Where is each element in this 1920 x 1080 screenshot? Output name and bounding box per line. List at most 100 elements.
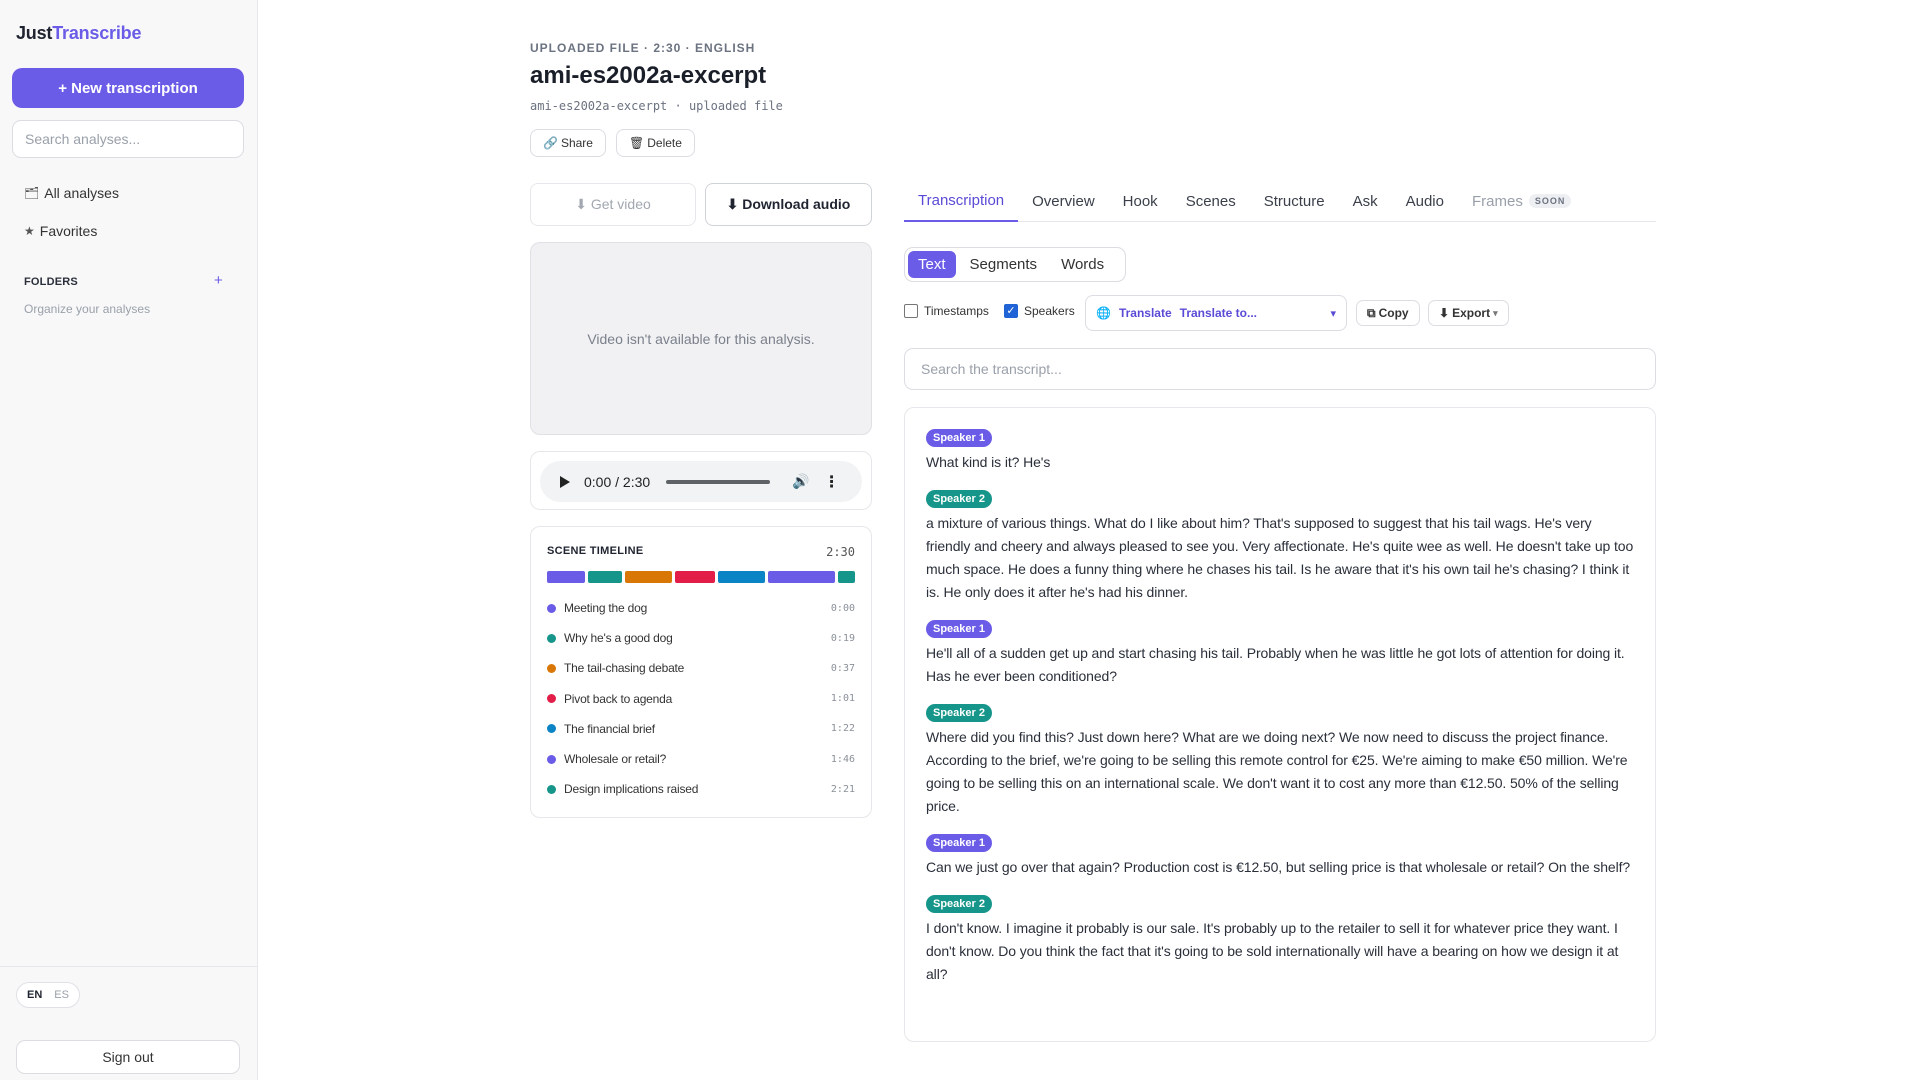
sidebar-item-favorites[interactable]: ★ Favorites — [24, 223, 97, 239]
transcript-utterance: Speaker 1 Can we just go over that again?… — [926, 833, 1635, 879]
more-options-icon[interactable]: ⋮ — [824, 472, 840, 492]
play-icon[interactable] — [560, 475, 570, 488]
scene-segment[interactable] — [767, 571, 835, 583]
scene-dot — [547, 663, 556, 673]
delete-button[interactable]: 🗑 Delete — [616, 129, 695, 157]
speakers-toggle[interactable]: ✓ Speakers — [1004, 304, 1075, 318]
timestamps-checkbox[interactable] — [904, 304, 918, 318]
brand-part-2: Transcribe — [52, 23, 142, 43]
scene-label: Pivot back to agenda — [564, 691, 673, 706]
copy-label: Copy — [1378, 306, 1409, 320]
add-folder-button[interactable]: + — [214, 272, 223, 289]
view-mode-words[interactable]: Words — [1051, 251, 1114, 278]
analysis-tabs: Transcription Overview Hook Scenes Structure… — [904, 180, 1656, 222]
utterance-text: What kind is it? He's — [926, 454, 1051, 470]
speaker-badge[interactable]: Speaker 1 — [926, 834, 992, 852]
tab-label: Overview — [1032, 192, 1095, 210]
scene-dot — [547, 784, 556, 794]
tab-hook[interactable]: Hook — [1109, 180, 1172, 222]
sidebar: JustTranscribe + New transcription 🗂 All… — [0, 0, 258, 1080]
tab-overview[interactable]: Overview — [1018, 180, 1109, 222]
scene-item[interactable]: Design implications raised 2:21 — [547, 774, 855, 804]
sidebar-item-all-analyses[interactable]: 🗂 All analyses — [24, 185, 119, 201]
scene-item[interactable]: Why he's a good dog 0:19 — [547, 623, 855, 653]
download-audio-button[interactable]: ⬇ Download audio — [705, 183, 872, 226]
scene-segment[interactable] — [837, 571, 855, 583]
scene-item[interactable]: Wholesale or retail? 1:46 — [547, 744, 855, 774]
speakers-checkbox[interactable]: ✓ — [1004, 304, 1018, 318]
scene-item[interactable]: Pivot back to agenda 1:01 — [547, 684, 855, 714]
lang-es-option[interactable]: ES — [48, 986, 75, 1004]
speaker-badge[interactable]: Speaker 1 — [926, 620, 992, 638]
scene-segment[interactable] — [625, 571, 672, 583]
transcript-utterance: Speaker 1 What kind is it? He's — [926, 428, 1635, 474]
speaker-badge[interactable]: Speaker 1 — [926, 429, 992, 447]
scene-segment[interactable] — [674, 571, 716, 583]
scene-label: Design implications raised — [564, 782, 699, 797]
speaker-badge[interactable]: Speaker 2 — [926, 490, 992, 508]
download-icon: ⬇ — [1439, 306, 1450, 320]
video-unavailable-text: Video isn't available for this analysis. — [587, 330, 815, 347]
audio-progress-bar[interactable] — [666, 479, 771, 484]
scene-item[interactable]: Meeting the dog 0:00 — [547, 593, 855, 623]
scene-segment[interactable] — [547, 571, 585, 583]
utterance-text: He'll all of a sudden get up and start c… — [926, 645, 1625, 684]
tab-scenes[interactable]: Scenes — [1172, 180, 1250, 222]
scene-item[interactable]: The financial brief 1:22 — [547, 714, 855, 744]
scene-time: 1:22 — [830, 723, 855, 735]
folders-hint: Organize your analyses — [24, 302, 151, 316]
utterance-text: Where did you find this? Just down here?… — [926, 729, 1628, 814]
search-transcript-input[interactable] — [904, 348, 1656, 390]
tab-ask[interactable]: Ask — [1339, 180, 1392, 222]
chevron-down-icon: ▾ — [1493, 307, 1498, 318]
copy-button[interactable]: ⧉ Copy — [1356, 300, 1420, 326]
utterance-text: a mixture of various things. What do I l… — [926, 515, 1634, 600]
tab-audio[interactable]: Audio — [1392, 180, 1458, 222]
new-transcription-button[interactable]: + New transcription — [12, 68, 244, 108]
timestamps-label: Timestamps — [924, 304, 989, 318]
tab-label: Frames — [1471, 192, 1523, 210]
export-button[interactable]: ⬇ Export ▾ — [1428, 300, 1509, 326]
scene-dot — [547, 724, 556, 734]
get-video-button[interactable]: ⬇ Get video — [530, 183, 696, 226]
transcript-utterance: Speaker 2 a mixture of various things. Wh… — [926, 489, 1635, 604]
volume-icon[interactable]: 🔊 — [792, 473, 809, 490]
scene-time: 0:00 — [830, 602, 855, 614]
timestamps-toggle[interactable]: Timestamps — [904, 304, 989, 318]
chevron-down-icon: ▾ — [1330, 307, 1336, 320]
tab-label: Audio — [1405, 192, 1444, 210]
tab-frames: Frames SOON — [1458, 180, 1585, 222]
scene-dot — [547, 603, 556, 613]
sidebar-item-label: All analyses — [44, 185, 119, 201]
tab-label: Ask — [1352, 192, 1378, 210]
utterance-text: I don't know. I imagine it probably is o… — [926, 920, 1619, 982]
speaker-badge[interactable]: Speaker 2 — [926, 895, 992, 913]
scene-label: Why he's a good dog — [564, 631, 673, 646]
search-analyses-input[interactable] — [12, 120, 244, 158]
scene-item[interactable]: The tail-chasing debate 0:37 — [547, 653, 855, 683]
audio-player-card: 0:00 / 2:30 🔊 ⋮ — [530, 451, 872, 510]
brand-logo[interactable]: JustTranscribe — [16, 23, 141, 44]
link-icon: 🔗 — [543, 136, 558, 150]
translate-label: Translate — [1118, 306, 1172, 320]
audio-player[interactable]: 0:00 / 2:30 🔊 ⋮ — [540, 461, 862, 502]
tab-structure[interactable]: Structure — [1250, 180, 1339, 222]
scene-segment[interactable] — [718, 571, 765, 583]
language-switcher[interactable]: EN ES — [16, 982, 80, 1008]
tab-transcription[interactable]: Transcription — [904, 180, 1019, 222]
sign-out-button[interactable]: Sign out — [16, 1040, 240, 1074]
translate-value: Translate to... — [1179, 306, 1258, 320]
sidebar-item-label: Favorites — [39, 223, 98, 239]
export-label: Export — [1452, 306, 1491, 320]
scene-segment[interactable] — [587, 571, 623, 583]
scene-time: 0:37 — [830, 662, 855, 674]
view-mode-segments[interactable]: Segments — [960, 251, 1048, 278]
transcript-utterance: Speaker 2 Where did you find this? Just d… — [926, 703, 1635, 818]
scene-timeline-bar[interactable] — [547, 571, 855, 583]
view-mode-text[interactable]: Text — [908, 251, 956, 278]
translate-select[interactable]: 🌐 Translate Translate to... ▾ — [1085, 295, 1347, 331]
share-button[interactable]: 🔗 Share — [530, 129, 606, 157]
scene-label: The financial brief — [564, 721, 655, 736]
lang-en-option[interactable]: EN — [21, 986, 48, 1004]
speaker-badge[interactable]: Speaker 2 — [926, 704, 992, 722]
